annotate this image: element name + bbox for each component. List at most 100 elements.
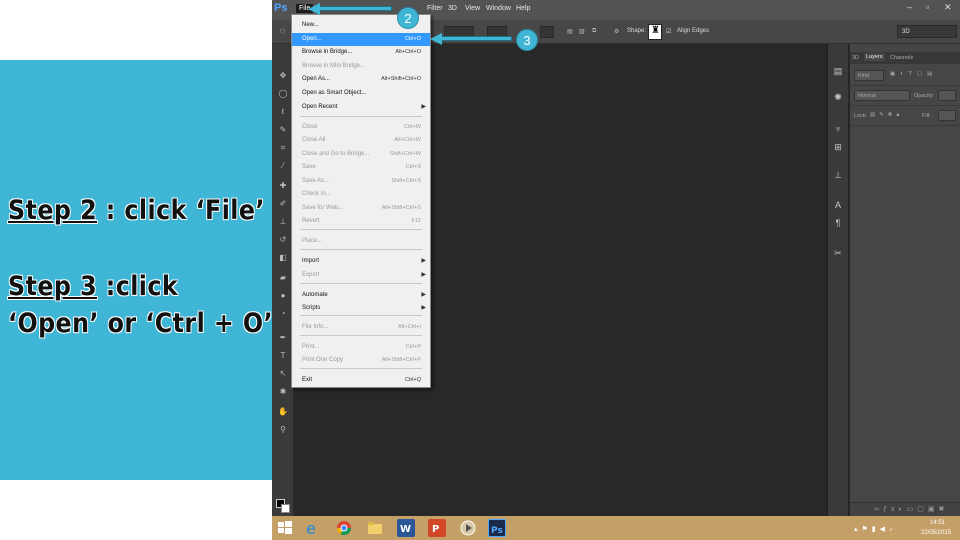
windows-start-icon[interactable] <box>276 519 294 537</box>
clock-date: 22/05/2015 <box>921 530 952 536</box>
menu-item-browse-in-bridge[interactable]: Browse in Bridge... Alt+Ctrl+O <box>292 46 430 59</box>
menu-item-scripts[interactable]: Scripts ▶ <box>292 302 430 315</box>
eraser-tool-icon[interactable]: ◧ <box>278 254 288 262</box>
media-player-icon[interactable] <box>459 519 477 537</box>
quick-selection-tool-icon[interactable]: ✎ <box>278 126 288 134</box>
photoshop-taskbar-icon[interactable]: Ps <box>488 519 506 537</box>
history-panel-icon[interactable]: ▤ <box>833 66 843 76</box>
tab-channels[interactable]: Channels <box>890 55 913 61</box>
layer-action-icons[interactable]: ∞ƒx◐▭▢▣✖ <box>874 505 948 513</box>
height-field[interactable] <box>540 26 554 38</box>
callout-badge-step2: 2 <box>397 7 419 29</box>
tool-preset-icon[interactable]: ⬡ <box>280 28 285 35</box>
menu-item-exit[interactable]: Exit Ctrl+Q <box>292 374 430 387</box>
path-arrangement-icon[interactable]: ⧉ <box>592 28 596 35</box>
menu-item-print[interactable]: Print... Ctrl+P <box>292 341 430 354</box>
chrome-icon[interactable] <box>335 519 353 537</box>
menu-item-label: Revert <box>302 218 320 224</box>
menu-item-save-as[interactable]: Save As... Shift+Ctrl+S <box>292 175 430 188</box>
healing-brush-tool-icon[interactable]: ✚ <box>278 182 288 190</box>
paragraph-panel-icon[interactable]: ¶ <box>833 218 843 228</box>
gear-icon[interactable]: ⚙ <box>614 28 619 35</box>
menu-filter[interactable]: Filter <box>427 5 443 12</box>
menu-help[interactable]: Help <box>516 5 530 12</box>
brush-panel-icon[interactable]: ♆ <box>833 124 843 134</box>
menu-item-export[interactable]: Export ▶ <box>292 269 430 282</box>
opacity-field[interactable] <box>938 90 956 101</box>
powerpoint-icon[interactable]: P <box>428 519 446 537</box>
menu-separator <box>300 368 422 369</box>
menu-item-import[interactable]: Import ▶ <box>292 255 430 268</box>
lasso-tool-icon[interactable]: ℓ <box>278 108 288 116</box>
eyedropper-tool-icon[interactable]: ⁄ <box>278 162 288 170</box>
tool-presets-panel-icon[interactable]: ✂ <box>833 248 843 258</box>
menu-item-check-in[interactable]: Check In... <box>292 188 430 201</box>
system-tray-icons[interactable]: ▴⚑▮◀♪ <box>854 525 897 533</box>
menu-item-save-for-web[interactable]: Save for Web... Alt+Shift+Ctrl+S <box>292 202 430 215</box>
fill-label: Fill: <box>922 113 931 119</box>
clone-stamp-tool-icon[interactable]: ⊥ <box>278 218 288 226</box>
properties-panel-icon[interactable]: ⊞ <box>833 142 843 152</box>
hand-tool-icon[interactable]: ✋ <box>278 408 288 416</box>
menu-item-close-all[interactable]: Close All Alt+Ctrl+W <box>292 134 430 147</box>
menu-item-print-one-copy[interactable]: Print One Copy Alt+Shift+Ctrl+P <box>292 354 430 367</box>
close-icon[interactable]: ✕ <box>944 2 952 13</box>
menu-item-open-recent[interactable]: Open Recent ▶ <box>292 101 430 114</box>
internet-explorer-icon[interactable]: e <box>304 519 322 538</box>
shape-label: Shape: <box>627 28 647 34</box>
dodge-tool-icon[interactable]: ◔ <box>278 310 288 318</box>
word-icon[interactable]: W <box>397 519 415 537</box>
custom-shape-tool-icon[interactable]: ✱ <box>278 388 288 396</box>
menu-view[interactable]: View <box>465 5 480 12</box>
zoom-tool-icon[interactable]: ⚲ <box>278 426 288 434</box>
menu-item-label: Open As... <box>302 76 331 82</box>
file-explorer-icon[interactable] <box>366 519 384 537</box>
background-color-swatch[interactable] <box>281 504 290 513</box>
clock-time: 14:51 <box>930 520 946 526</box>
minimize-icon[interactable]: – <box>907 2 912 12</box>
menu-item-close[interactable]: Close Ctrl+W <box>292 121 430 134</box>
history-brush-tool-icon[interactable]: ↺ <box>278 236 288 244</box>
brush-tool-icon[interactable]: ✐ <box>278 200 288 208</box>
pen-tool-icon[interactable]: ✒ <box>278 334 288 342</box>
marquee-tool-icon[interactable]: ◯ <box>278 90 288 98</box>
path-alignment-icon[interactable]: ▥ <box>579 28 585 35</box>
crop-tool-icon[interactable]: ⌗ <box>278 144 288 152</box>
menu-item-shortcut: F12 <box>411 218 421 224</box>
menu-item-browse-in-mini-bridge[interactable]: Browse in Mini Bridge... <box>292 60 430 73</box>
menu-item-shortcut: Ctrl+Q <box>404 377 421 383</box>
callout-arrowhead-file <box>308 3 320 15</box>
menu-item-revert[interactable]: Revert F12 <box>292 215 430 228</box>
menu-item-label: Close <box>302 124 318 130</box>
lock-icons[interactable]: ▨✎✥🔒︎ <box>870 112 903 119</box>
menu-window[interactable]: Window <box>486 5 511 12</box>
menu-item-file-info[interactable]: File Info... Alt+Ctrl+I <box>292 321 430 334</box>
trophy-icon: ♜ <box>651 25 660 36</box>
type-tool-icon[interactable]: T <box>278 352 288 360</box>
move-tool-icon[interactable]: ✥ <box>278 72 288 80</box>
tab-layers[interactable]: Layers <box>864 53 885 61</box>
layer-filter-icons[interactable]: ▣◐T▢▤ <box>890 71 937 77</box>
menu-item-place[interactable]: Place... <box>292 235 430 248</box>
path-operations-icon[interactable]: ▤ <box>567 28 573 35</box>
gradient-tool-icon[interactable]: ▰ <box>278 274 288 282</box>
restore-icon[interactable]: ▫ <box>926 2 929 12</box>
menu-item-open-as[interactable]: Open As... Alt+Shift+Ctrl+O <box>292 73 430 86</box>
menu-item-open-as-smart-object[interactable]: Open as Smart Object... <box>292 87 430 100</box>
menu-3d[interactable]: 3D <box>448 5 457 12</box>
path-selection-tool-icon[interactable]: ↖ <box>278 370 288 378</box>
slide-root: Step 2 : click ‘File’ Step 3 :click ‘Open… <box>0 0 960 540</box>
adjustments-panel-icon[interactable]: ✺ <box>833 92 843 102</box>
menu-item-save[interactable]: Save Ctrl+S <box>292 161 430 174</box>
menu-item-open[interactable]: Open... Ctrl+O <box>292 33 430 46</box>
paragraph-styles-panel-icon[interactable]: ⊥ <box>833 170 843 180</box>
menu-item-automate[interactable]: Automate ▶ <box>292 289 430 302</box>
blur-tool-icon[interactable]: ● <box>278 292 288 300</box>
align-edges-checkbox[interactable]: ☑ <box>666 28 671 35</box>
fill-field[interactable] <box>938 110 956 121</box>
tab-3d[interactable]: 3D <box>852 55 859 61</box>
shape-picker[interactable]: ♜ <box>648 24 662 40</box>
character-panel-icon[interactable]: A <box>833 200 843 210</box>
callout-badge-step3: 3 <box>516 29 538 51</box>
menu-item-close-and-go-to-bridge[interactable]: Close and Go to Bridge... Shift+Ctrl+W <box>292 148 430 161</box>
